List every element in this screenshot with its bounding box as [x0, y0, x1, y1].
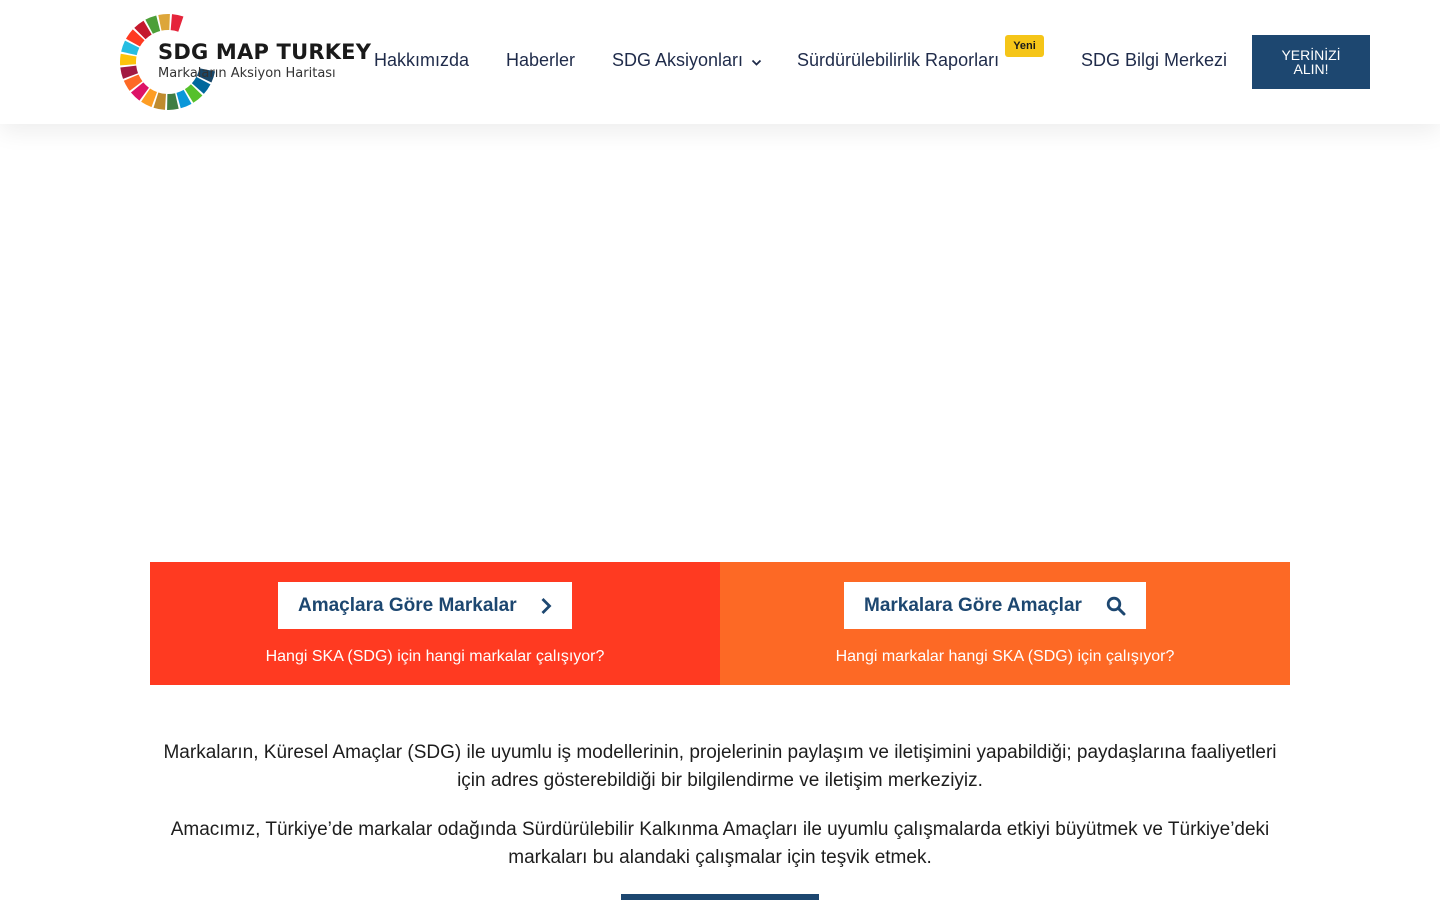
brands-by-goals-band: Amaçlara Göre Markalar Hangi SKA (SDG) i… [150, 562, 720, 685]
chevron-right-icon [541, 597, 552, 614]
brands-by-goals-label: Amaçlara Göre Markalar [298, 594, 517, 616]
goals-by-brands-label: Markalara Göre Amaçlar [864, 594, 1082, 616]
more-button[interactable] [621, 894, 819, 900]
cta-line-1: YERİNİZİ [1281, 47, 1341, 63]
brands-by-goals-button[interactable]: Amaçlara Göre Markalar [278, 582, 572, 629]
goals-by-brands-caption: Hangi markalar hangi SKA (SDG) için çalı… [835, 648, 1175, 665]
sdg-wheel-segment [158, 14, 170, 31]
chevron-down-icon [751, 51, 762, 72]
nav-item-about[interactable]: Hakkımızda [374, 50, 469, 71]
claim-your-spot-button[interactable]: YERİNİZİ ALIN! [1252, 35, 1370, 89]
logo[interactable]: SDG MAP TURKEY Markaların Aksiyon Harita… [118, 12, 371, 112]
nav-item-news[interactable]: Haberler [506, 50, 575, 71]
sdg-wheel-segment [167, 93, 179, 110]
nav-item-sdg-info-center[interactable]: SDG Bilgi Merkezi [1081, 50, 1227, 71]
sdg-wheel-segment [120, 53, 137, 66]
intro-paragraph-2: Amacımız, Türkiye’de markalar odağında S… [170, 819, 1270, 868]
sdg-wheel-segment [170, 14, 184, 32]
goals-by-brands-band: Markalara Göre Amaçlar Hangi markalar ha… [720, 562, 1290, 685]
nav-item-sdg-actions[interactable]: SDG Aksiyonları [612, 50, 762, 72]
logo-title: SDG MAP TURKEY [158, 40, 372, 64]
cta-line-2: ALIN! [1293, 61, 1329, 77]
logo-subtitle: Markaların Aksiyon Haritası [158, 66, 336, 81]
nav-item-sustainability-reports[interactable]: Sürdürülebilirlik Raporları [797, 50, 999, 71]
site-header: SDG MAP TURKEY Markaların Aksiyon Harita… [0, 0, 1440, 124]
nav-item-sdg-actions-label: SDG Aksiyonları [612, 50, 744, 70]
new-badge: Yeni [1005, 35, 1044, 57]
search-icon [1106, 596, 1126, 615]
intro-paragraph-1: Markaların, Küresel Amaçlar (SDG) ile uy… [163, 742, 1277, 791]
brands-by-goals-caption: Hangi SKA (SDG) için hangi markalar çalı… [265, 648, 605, 665]
goals-by-brands-button[interactable]: Markalara Göre Amaçlar [844, 582, 1146, 629]
